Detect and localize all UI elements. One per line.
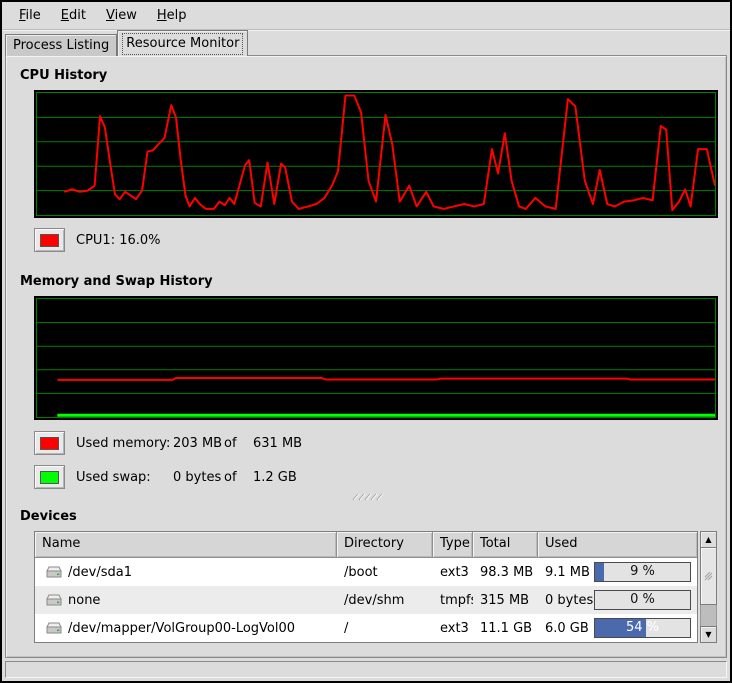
- menu-help[interactable]: Help: [147, 4, 197, 27]
- cpu-history-chart: [37, 93, 715, 215]
- usage-percent-label: 54 %: [595, 620, 690, 635]
- devices-table: Name Directory Type Total Used /dev/sda1…: [34, 531, 698, 643]
- used-swap-value: 0 bytes: [173, 470, 224, 485]
- usage-progress-bar: 54 %: [594, 618, 691, 638]
- device-directory: /dev/shm: [337, 593, 433, 608]
- used-memory-color-button[interactable]: [34, 431, 65, 455]
- memory-plot-area: [36, 298, 716, 418]
- devices-table-wrap: Name Directory Type Total Used /dev/sda1…: [34, 531, 718, 643]
- resource-monitor-page: CPU History CPU1: 16.0% Memory and Swap …: [5, 55, 727, 658]
- device-name-cell: none: [35, 593, 337, 608]
- device-used: 6.0 GB: [545, 621, 589, 636]
- disk-icon: [46, 594, 62, 607]
- pane-grip-handle[interactable]: [348, 493, 386, 501]
- tab-process-listing[interactable]: Process Listing: [5, 34, 117, 56]
- table-row[interactable]: /dev/sda1 /boot ext3 98.3 MB 9.1 MB 9 %: [35, 558, 697, 586]
- cpu1-color-button[interactable]: [34, 228, 65, 252]
- usage-percent-label: 0 %: [595, 592, 690, 607]
- column-header-name[interactable]: Name: [35, 532, 337, 558]
- usage-progress-bar: 9 %: [594, 562, 691, 582]
- table-row[interactable]: /dev/mapper/VolGroup00-LogVol00 / ext3 1…: [35, 614, 697, 642]
- device-used-cell: 6.0 GB 54 %: [538, 618, 697, 638]
- cpu-history-title: CPU History: [20, 68, 718, 84]
- cpu1-color-swatch: [40, 234, 59, 247]
- menu-file[interactable]: File: [9, 4, 51, 27]
- cpu-legend: CPU1: 16.0%: [34, 228, 718, 252]
- device-total: 315 MB: [473, 593, 538, 608]
- used-memory-of: of: [224, 436, 253, 451]
- system-monitor-window: File Edit View Help Process Listing Reso…: [0, 0, 732, 683]
- device-total: 98.3 MB: [473, 565, 538, 580]
- column-header-type[interactable]: Type: [433, 532, 473, 558]
- menu-edit[interactable]: Edit: [51, 4, 96, 27]
- used-swap-of: of: [224, 470, 253, 485]
- column-header-used[interactable]: Used: [538, 532, 697, 558]
- devices-table-body: /dev/sda1 /boot ext3 98.3 MB 9.1 MB 9 %: [35, 558, 697, 642]
- status-bar: [5, 661, 727, 678]
- scroll-up-button[interactable]: ▲: [700, 531, 717, 548]
- device-used-cell: 9.1 MB 9 %: [538, 562, 697, 582]
- arrow-up-icon: ▲: [705, 536, 711, 544]
- memory-swap-title: Memory and Swap History: [20, 274, 718, 290]
- device-name-cell: /dev/sda1: [35, 565, 337, 580]
- used-swap-legend: Used swap: 0 bytes of 1.2 GB: [34, 465, 718, 489]
- device-used: 0 bytes: [545, 593, 593, 608]
- memory-swap-chart: [37, 299, 715, 417]
- device-type: ext3: [433, 621, 473, 636]
- used-swap-total: 1.2 GB: [253, 470, 297, 485]
- column-header-total[interactable]: Total: [473, 532, 538, 558]
- devices-scrollbar: ▲ ▼: [700, 531, 717, 643]
- menu-bar: File Edit View Help: [2, 2, 730, 30]
- usage-progress-bar: 0 %: [594, 590, 691, 610]
- tab-resource-monitor[interactable]: Resource Monitor: [117, 30, 248, 56]
- device-name: /dev/mapper/VolGroup00-LogVol00: [68, 621, 295, 636]
- column-header-directory[interactable]: Directory: [337, 532, 433, 558]
- devices-table-header: Name Directory Type Total Used: [35, 532, 697, 558]
- cpu-history-graph: [34, 90, 718, 218]
- usage-percent-label: 9 %: [595, 564, 690, 579]
- device-directory: /boot: [337, 565, 433, 580]
- used-memory-total: 631 MB: [253, 436, 302, 451]
- used-swap-label: Used swap:: [76, 470, 173, 485]
- pane-separator: [16, 493, 718, 501]
- scroll-down-button[interactable]: ▼: [700, 626, 717, 643]
- used-swap-color-swatch: [40, 471, 59, 484]
- device-name-cell: /dev/mapper/VolGroup00-LogVol00: [35, 621, 337, 636]
- used-memory-legend: Used memory: 203 MB of 631 MB: [34, 431, 718, 455]
- device-type: tmpfs: [433, 593, 473, 608]
- used-swap-color-button[interactable]: [34, 465, 65, 489]
- arrow-down-icon: ▼: [705, 631, 711, 639]
- scrollbar-track[interactable]: [700, 548, 717, 626]
- device-type: ext3: [433, 565, 473, 580]
- devices-title: Devices: [20, 509, 718, 525]
- scrollbar-thumb[interactable]: [700, 547, 717, 605]
- disk-icon: [46, 622, 62, 635]
- memory-swap-graph: [34, 296, 718, 420]
- table-row[interactable]: none /dev/shm tmpfs 315 MB 0 bytes 0 %: [35, 586, 697, 614]
- cpu-plot-area: [36, 92, 716, 216]
- device-used-cell: 0 bytes 0 %: [538, 590, 697, 610]
- device-name: none: [68, 593, 100, 608]
- scrollbar-grip-icon: [704, 571, 713, 581]
- tab-strip: Process Listing Resource Monitor: [2, 30, 730, 56]
- menu-view[interactable]: View: [96, 4, 147, 27]
- used-memory-value: 203 MB: [173, 436, 224, 451]
- device-total: 11.1 GB: [473, 621, 538, 636]
- disk-icon: [46, 566, 62, 579]
- used-memory-color-swatch: [40, 437, 59, 450]
- device-name: /dev/sda1: [68, 565, 132, 580]
- used-memory-label: Used memory:: [76, 436, 173, 451]
- cpu1-usage-label: CPU1: 16.0%: [76, 233, 161, 248]
- device-used: 9.1 MB: [545, 565, 590, 580]
- device-directory: /: [337, 621, 433, 636]
